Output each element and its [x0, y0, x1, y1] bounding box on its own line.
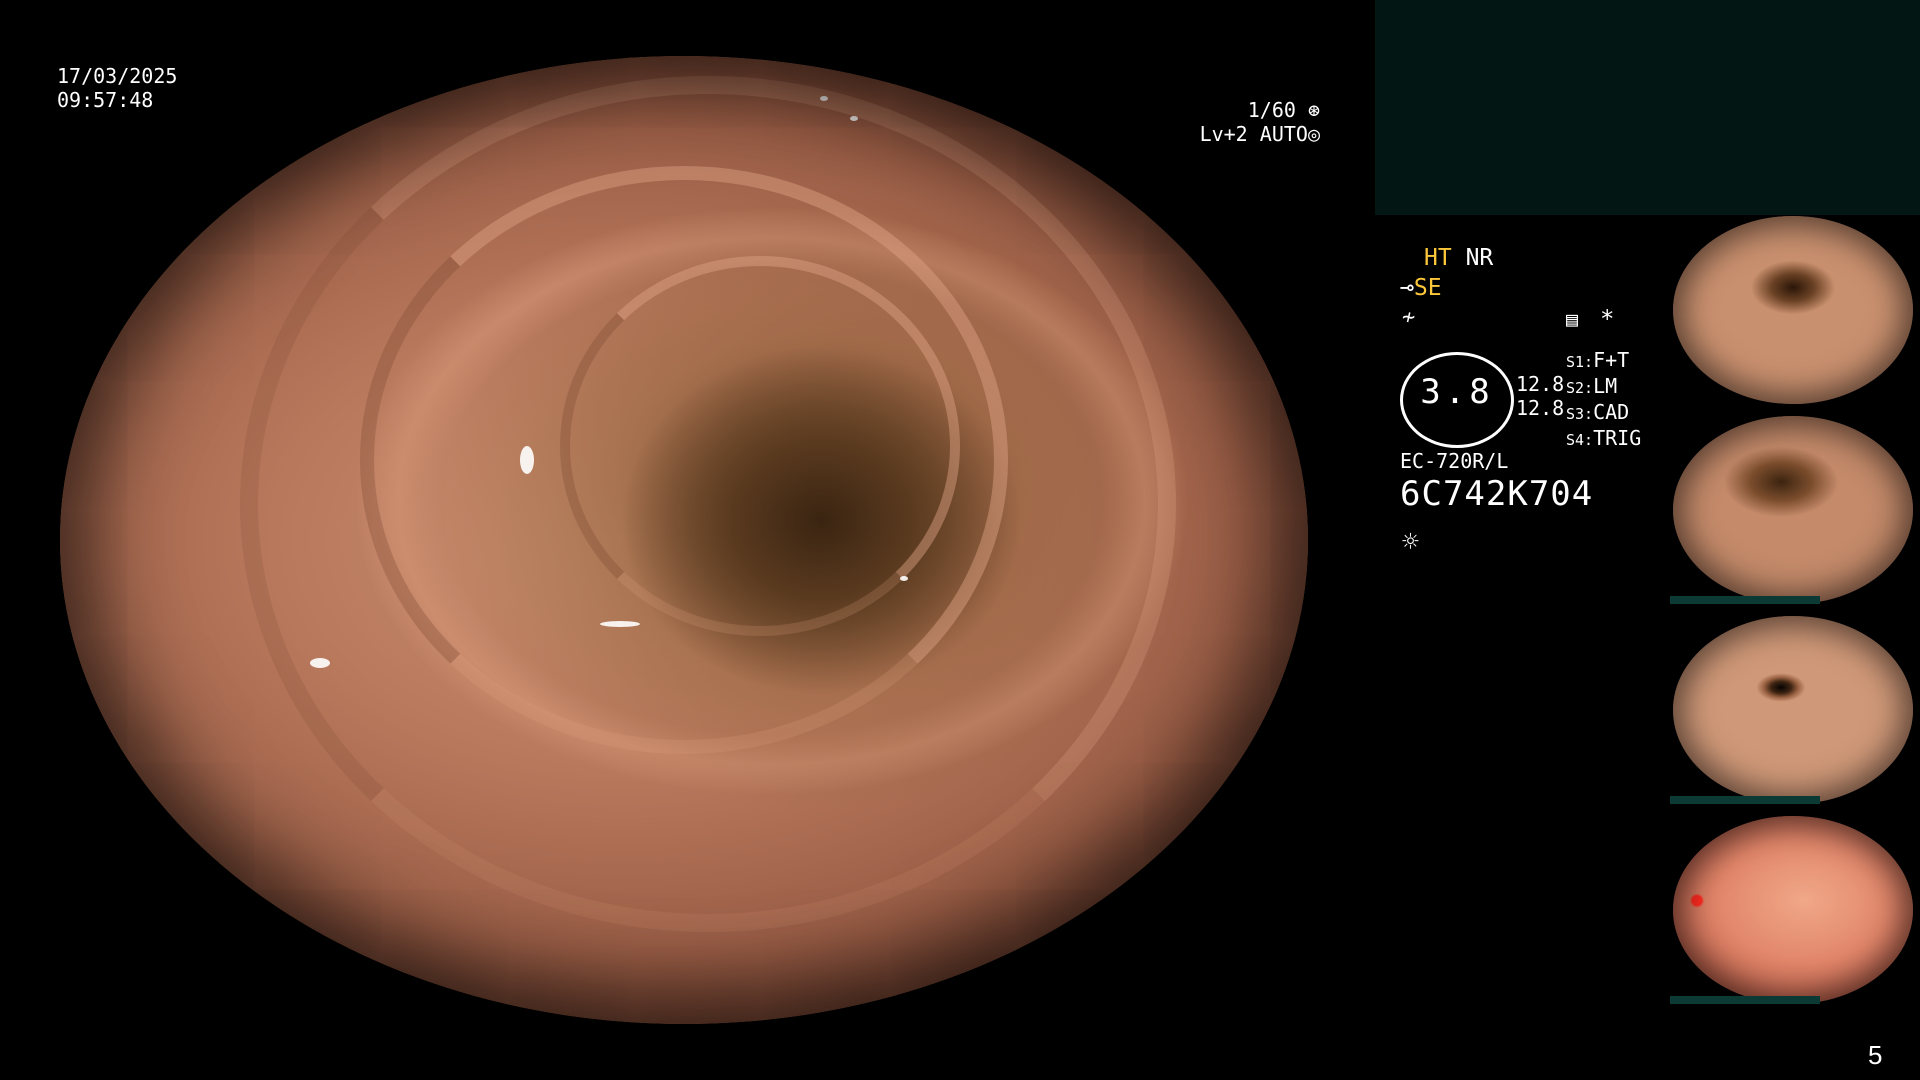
switch-row: S4:TRIG	[1566, 426, 1642, 450]
se-row: ⊸SE	[1400, 276, 1442, 300]
switch-row: S2:LM	[1566, 374, 1618, 398]
endoscope-main-view	[60, 56, 1308, 1024]
wave-icon: ≁	[1402, 305, 1416, 330]
thumbnail-image	[1673, 216, 1913, 404]
light-reflection	[600, 621, 640, 627]
thumbnail-image	[1673, 616, 1913, 804]
thumbnail-2[interactable]	[1670, 416, 1920, 604]
thumbnail-bar	[1670, 796, 1820, 804]
ht-nr-row: HT NR	[1424, 246, 1493, 270]
ht-label: HT	[1424, 245, 1452, 271]
shutter-icon: ⊛	[1307, 98, 1320, 122]
memo-icon: ▤	[1566, 307, 1579, 331]
mucosal-fold	[240, 76, 1176, 932]
gauge-value: 3.8	[1420, 372, 1494, 412]
thumbnail-3[interactable]	[1670, 616, 1920, 804]
thumbnail-bar	[1670, 596, 1820, 604]
light-reflection	[520, 446, 534, 474]
light-reflection	[820, 96, 828, 101]
date-time-block: 17/03/2025 09:57:48	[57, 64, 177, 112]
mucosal-fold	[360, 166, 1008, 754]
thumbnail-image	[1673, 416, 1913, 604]
thumbnail-bar	[1670, 996, 1820, 1004]
scope-serial: 6C742K704	[1400, 474, 1594, 514]
switch-row: S3:CAD	[1566, 400, 1630, 424]
mode-text: AUTO	[1259, 122, 1308, 146]
scope-model: EC-720R/L	[1400, 449, 1509, 473]
se-label: SE	[1413, 275, 1442, 301]
light-reflection	[850, 116, 858, 121]
scope-tip-icon: ⊸	[1400, 275, 1414, 301]
thumbnail-1[interactable]	[1670, 216, 1920, 404]
switch-list: S1:F+T S2:LM S3:CAD S4:TRIG	[1566, 348, 1641, 452]
light-reflection	[900, 576, 908, 581]
light-reflection	[1020, 956, 1028, 961]
value-column: 12.8 12.8	[1516, 372, 1564, 420]
switch-row: S1:F+T	[1566, 348, 1630, 372]
level-text: Lv+2	[1199, 122, 1248, 146]
light-reflection	[310, 658, 330, 668]
exposure-info: 1/60 ⊛ Lv+2 AUTO◎	[1150, 98, 1320, 146]
time-text: 09:57:48	[57, 88, 154, 112]
mucosal-fold	[560, 256, 960, 636]
page-number: 5	[1868, 1040, 1883, 1070]
brightness-icon: ☼	[1402, 525, 1419, 558]
thumbnail-image	[1673, 816, 1913, 1004]
nr-label: NR	[1465, 245, 1494, 271]
value-b: 12.8	[1516, 396, 1565, 420]
auto-mode-icon: ◎	[1307, 122, 1320, 146]
thumbnail-4[interactable]	[1670, 816, 1920, 1004]
date-text: 17/03/2025	[57, 64, 178, 88]
value-a: 12.8	[1516, 372, 1565, 396]
asterisk-mark: *	[1600, 305, 1615, 333]
shutter-text: 1/60	[1247, 98, 1296, 122]
info-panel	[1375, 0, 1920, 215]
